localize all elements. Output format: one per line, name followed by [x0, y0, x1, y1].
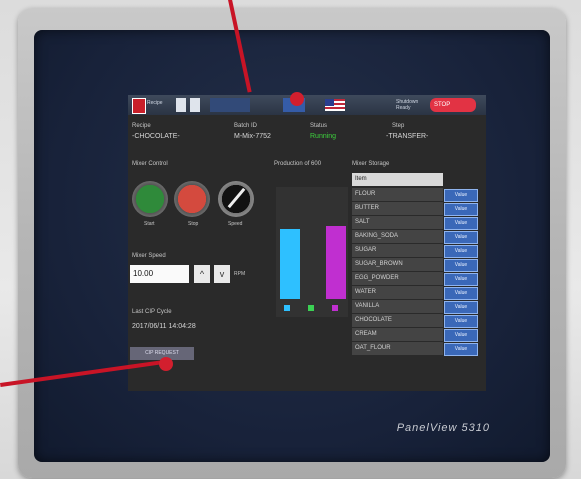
step-label: Step [392, 123, 405, 129]
ingredient-value-button[interactable]: Value [444, 273, 478, 286]
speed-label: Speed [228, 221, 243, 227]
start-label: Start [144, 221, 155, 227]
stop-label: Stop [188, 221, 199, 227]
screen-icon[interactable] [176, 98, 186, 112]
screen-icon-2[interactable] [190, 98, 200, 112]
pointer-dot-bottom [159, 357, 173, 371]
ingredient-value-button[interactable]: Value [444, 343, 478, 356]
hmi-screen: Recipe Shutdown Ready STOP Recipe -CHOCO… [128, 95, 486, 391]
speed-knob[interactable] [218, 181, 254, 217]
production-title: Production of 600 [274, 161, 322, 167]
model-label: PanelView 5310 [396, 422, 490, 434]
ingredient-value-button[interactable]: Value [444, 203, 478, 216]
knob-indicator [227, 187, 246, 209]
ingredients-title: Mixer Storage [352, 161, 390, 167]
ingredient-value-button[interactable]: Value [444, 329, 478, 342]
mixer-speed-input[interactable]: 10.00 [130, 265, 189, 283]
recipe-label: Recipe [132, 123, 151, 129]
status-value: Running [310, 133, 337, 140]
alarm-icon[interactable] [132, 98, 146, 114]
ingredient-value-button[interactable]: Value [444, 245, 478, 258]
flag-canton [325, 99, 334, 106]
production-bar-1 [280, 229, 300, 299]
stop-button[interactable]: STOP [430, 98, 476, 112]
shutdown-label: Shutdown Ready [396, 99, 419, 111]
ingredient-value-button[interactable]: Value [444, 189, 478, 202]
ingredient-row: SUGAR [352, 244, 443, 257]
ingredient-row: WATER [352, 286, 443, 299]
ingredient-row: CHOCOLATE [352, 314, 443, 327]
batch-label: Batch ID [234, 123, 258, 129]
settings-tab[interactable] [210, 98, 250, 112]
stop-button-label: STOP [434, 102, 451, 108]
ingredient-value-button[interactable]: Value [444, 301, 478, 314]
step-value: -TRANSFER- [386, 133, 429, 140]
ingredient-row: BAKING_SODA [352, 230, 443, 243]
ingredient-row: FLOUR [352, 188, 443, 201]
speed-up-button[interactable]: ^ [194, 265, 210, 283]
legend-chip-1 [284, 305, 290, 311]
ingredient-value-button[interactable]: Value [444, 259, 478, 272]
ingredient-row: SALT [352, 216, 443, 229]
stop-mixer-button[interactable] [174, 181, 210, 217]
speed-unit: RPM [234, 271, 246, 277]
mixer-control-title: Mixer Control [132, 161, 168, 167]
status-label: Status [310, 123, 328, 129]
hmi-topbar: Recipe Shutdown Ready STOP [128, 95, 486, 115]
ingredient-row: SUGAR_BROWN [352, 258, 443, 271]
ingredients-header: Item [352, 173, 443, 186]
ingredient-value-button[interactable]: Value [444, 231, 478, 244]
flag-icon[interactable] [325, 99, 345, 111]
pointer-dot-top [290, 92, 304, 106]
photo-background: { "device": { "bezel_logo": "", "model":… [0, 0, 581, 479]
last-cip-title: Last CIP Cycle [132, 309, 172, 315]
topbar-title: Recipe [147, 100, 163, 106]
ingredient-value-button[interactable]: Value [444, 315, 478, 328]
production-bar-2 [326, 226, 346, 299]
ingredient-row: BUTTER [352, 202, 443, 215]
legend-chip-3 [332, 305, 338, 311]
ingredient-row: EGG_POWDER [352, 272, 443, 285]
mixer-speed-title: Mixer Speed [132, 253, 166, 259]
ingredient-value-button[interactable]: Value [444, 287, 478, 300]
recipe-value: -CHOCOLATE- [132, 133, 180, 140]
ingredient-row: CREAM [352, 328, 443, 341]
ingredient-row: VANILLA [352, 300, 443, 313]
start-button[interactable] [132, 181, 168, 217]
last-cip-value: 2017/06/11 14:04:28 [132, 323, 196, 330]
legend-chip-2 [308, 305, 314, 311]
speed-down-button[interactable]: v [214, 265, 230, 283]
ingredient-value-button[interactable]: Value [444, 217, 478, 230]
ingredient-row: OAT_FLOUR [352, 342, 443, 355]
batch-value: M-Mix-7752 [234, 133, 271, 140]
